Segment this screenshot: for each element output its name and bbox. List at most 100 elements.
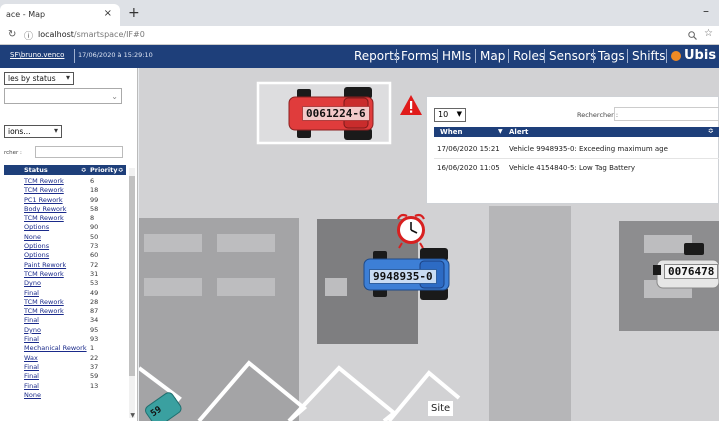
table-row[interactable]: Options 60 <box>4 251 126 260</box>
zoom-icon[interactable] <box>688 31 697 40</box>
alerts-search-label: Rechercher : <box>577 111 619 119</box>
sidebar-scrollbar[interactable] <box>129 168 135 418</box>
warning-triangle-icon[interactable] <box>400 95 422 115</box>
table-row[interactable]: TCM Rework 87 <box>4 307 126 316</box>
alert-when: 17/06/2020 15:21 <box>437 145 500 153</box>
table-row[interactable]: TCM Rework 18 <box>4 186 126 195</box>
priority-column-header[interactable]: Priority <box>90 166 117 174</box>
row-status-link[interactable]: TCM Rework <box>24 177 64 185</box>
parking-slot <box>325 278 347 296</box>
reload-icon[interactable]: ↻ <box>8 29 16 40</box>
sort-icon[interactable]: ≎ <box>708 127 714 135</box>
table-row[interactable]: None <box>4 391 126 400</box>
page-size-select[interactable]: 10 ▼ <box>434 108 466 122</box>
table-row[interactable]: Final 59 <box>4 372 126 381</box>
table-row[interactable]: TCM Rework 28 <box>4 298 126 307</box>
alarm-clock-icon[interactable] <box>397 213 425 249</box>
alert-row[interactable]: 17/06/2020 15:21 Vehicle 9948935-0: Exce… <box>434 141 719 159</box>
nav-divider <box>544 49 545 63</box>
nav-item-sensors[interactable]: Sensors <box>549 49 596 63</box>
row-status-link[interactable]: Body Rework <box>24 205 66 213</box>
row-status-link[interactable]: None <box>24 233 41 241</box>
bookmark-star-icon[interactable]: ☆ <box>704 28 713 39</box>
table-row[interactable]: PC1 Rework 99 <box>4 196 126 205</box>
nav-item-roles[interactable]: Roles <box>513 49 545 63</box>
row-status-link[interactable]: Final <box>24 289 39 297</box>
table-row[interactable]: TCM Rework 6 <box>4 177 126 186</box>
row-status-link[interactable]: Final <box>24 382 39 390</box>
row-status-link[interactable]: Final <box>24 363 39 371</box>
table-row[interactable]: Final 93 <box>4 335 126 344</box>
app-navbar: SF\bruno.venco 17/06/2020 à 15:29:10 Rep… <box>0 45 719 68</box>
filter-select[interactable]: les by status ▾ <box>4 72 74 85</box>
table-row[interactable]: Paint Rework 72 <box>4 261 126 270</box>
options-select[interactable]: ions... ▾ <box>4 125 62 138</box>
table-row[interactable]: Wax 22 <box>4 354 126 363</box>
row-status-link[interactable]: Wax <box>24 354 38 362</box>
row-status-link[interactable]: TCM Rework <box>24 214 64 222</box>
row-status-link[interactable]: Options <box>24 242 49 250</box>
when-column-header[interactable]: When <box>440 128 462 136</box>
row-status-link[interactable]: Mechanical Rework <box>24 344 87 352</box>
row-status-link[interactable]: Final <box>24 372 39 380</box>
browser-tab[interactable]: ace - Map × <box>0 4 120 26</box>
alert-column-header[interactable]: Alert <box>509 128 528 136</box>
table-row[interactable]: Options 73 <box>4 242 126 251</box>
scroll-thumb[interactable] <box>129 176 135 376</box>
parking-slot <box>144 278 202 296</box>
row-priority: 87 <box>90 307 99 316</box>
sort-desc-icon[interactable]: ▼ <box>498 128 503 135</box>
user-link[interactable]: SF\bruno.venco <box>10 51 64 59</box>
table-row[interactable]: None 50 <box>4 233 126 242</box>
row-status-link[interactable]: Final <box>24 316 39 324</box>
row-priority: 8 <box>90 214 95 223</box>
nav-item-reports[interactable]: Reports <box>354 49 400 63</box>
row-status-link[interactable]: TCM Rework <box>24 186 64 194</box>
sort-icon[interactable]: ≎ <box>81 166 86 174</box>
close-icon[interactable]: × <box>104 8 112 19</box>
search-input[interactable] <box>35 146 123 158</box>
nav-item-forms[interactable]: Forms <box>401 49 437 63</box>
nav-item-hmis[interactable]: HMIs <box>442 49 471 63</box>
sort-icon[interactable]: ≎ <box>118 166 123 174</box>
table-row[interactable]: Options 90 <box>4 223 126 232</box>
row-status-link[interactable]: Dyno <box>24 326 41 334</box>
alert-row[interactable]: 16/06/2020 11:05 Vehicle 4154840-5: Low … <box>434 160 719 178</box>
table-row[interactable]: Body Rework 58 <box>4 205 126 214</box>
row-status-link[interactable]: TCM Rework <box>24 298 64 306</box>
address-bar[interactable]: ↻ ⓘ localhost/smartspace/IF#0 ☆ <box>0 26 719 45</box>
row-status-link[interactable]: Options <box>24 223 49 231</box>
table-row[interactable]: Mechanical Rework 1 <box>4 344 126 353</box>
table-row[interactable]: Final 34 <box>4 316 126 325</box>
nav-item-tags[interactable]: Tags <box>598 49 625 63</box>
nav-item-shifts[interactable]: Shifts <box>632 49 666 63</box>
url-text[interactable]: localhost/smartspace/IF#0 <box>38 30 145 39</box>
row-status-link[interactable]: Final <box>24 335 39 343</box>
options-select-value: ions... <box>8 127 31 136</box>
alerts-search-input[interactable] <box>614 107 719 121</box>
table-row[interactable]: Dyno 95 <box>4 326 126 335</box>
row-status-link[interactable]: Dyno <box>24 279 41 287</box>
table-row[interactable]: Final 13 <box>4 382 126 391</box>
new-tab-icon[interactable]: + <box>128 5 140 21</box>
nav-item-map[interactable]: Map <box>480 49 505 63</box>
table-row[interactable]: TCM Rework 31 <box>4 270 126 279</box>
table-row[interactable]: TCM Rework 8 <box>4 214 126 223</box>
row-status-link[interactable]: Options <box>24 251 49 259</box>
wheel <box>684 243 704 255</box>
row-status-link[interactable]: Paint Rework <box>24 261 66 269</box>
row-status-link[interactable]: TCM Rework <box>24 307 64 315</box>
row-priority: 49 <box>90 288 99 297</box>
status-column-header[interactable]: Status <box>24 166 48 174</box>
row-status-link[interactable]: PC1 Rework <box>24 196 63 204</box>
table-row[interactable]: Dyno 53 <box>4 279 126 288</box>
row-status-link[interactable]: None <box>24 391 41 399</box>
table-row[interactable]: Final 37 <box>4 363 126 372</box>
info-icon[interactable]: ⓘ <box>24 29 33 42</box>
scroll-down-arrow-icon[interactable]: ▼ <box>130 412 135 419</box>
row-status-link[interactable]: TCM Rework <box>24 270 64 278</box>
minimize-icon[interactable]: – <box>703 4 709 18</box>
table-row[interactable]: Final 49 <box>4 289 126 298</box>
secondary-select[interactable]: ⌄ <box>4 88 122 104</box>
map-canvas[interactable]: 0061224-6 9948935-0 0076478 59 Site 10 ▼… <box>137 68 719 421</box>
